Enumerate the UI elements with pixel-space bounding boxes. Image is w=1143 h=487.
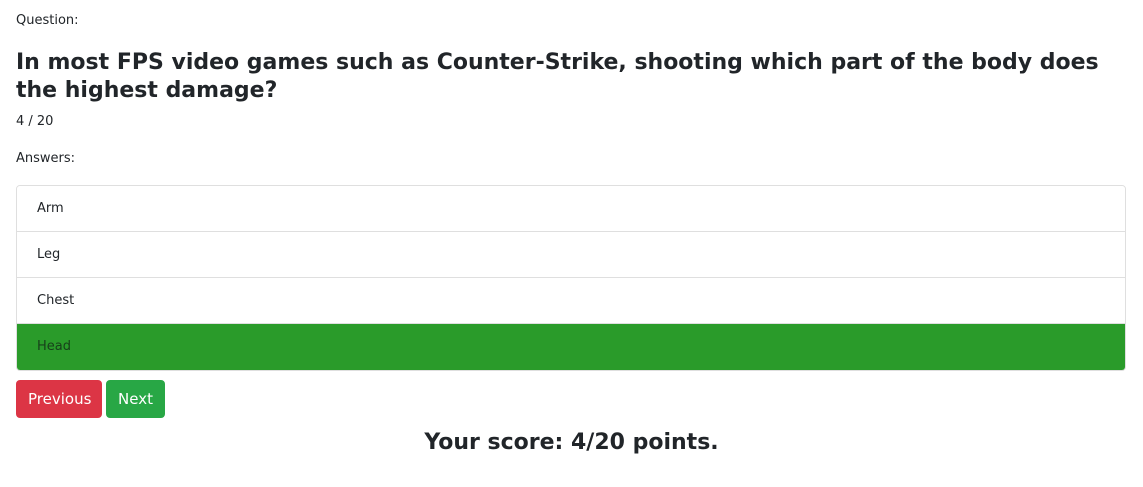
score-text: Your score: 4/20 points. bbox=[424, 430, 719, 455]
answers-label: Answers: bbox=[16, 151, 76, 166]
question-text: In most FPS video games such as Counter-… bbox=[16, 50, 1099, 103]
answer-option-leg[interactable]: Leg bbox=[17, 232, 1125, 278]
answer-option-arm[interactable]: Arm bbox=[17, 186, 1125, 232]
question-progress: 4 / 20 bbox=[16, 114, 54, 129]
answer-option-head[interactable]: Head bbox=[17, 324, 1125, 370]
previous-button[interactable]: Previous bbox=[16, 380, 102, 418]
answer-option-chest[interactable]: Chest bbox=[17, 278, 1125, 324]
question-label: Question: bbox=[16, 13, 79, 28]
next-button[interactable]: Next bbox=[106, 380, 165, 418]
navigation-buttons: Previous Next bbox=[16, 380, 165, 418]
answer-list: Arm Leg Chest Head bbox=[16, 185, 1126, 371]
